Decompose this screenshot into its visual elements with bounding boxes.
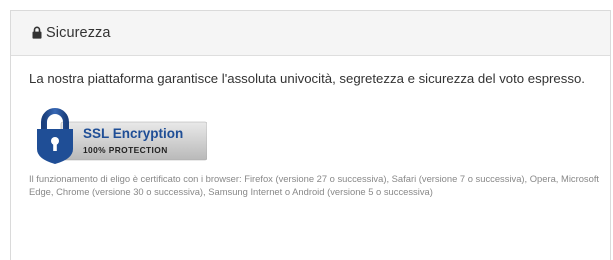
badge-subtitle: 100% PROTECTION: [83, 145, 168, 155]
panel-body: La nostra piattaforma garantisce l'assol…: [11, 56, 610, 198]
browser-compatibility-note: Il funzionamento di eligo è certificato …: [29, 173, 600, 197]
padlock-icon: [37, 108, 73, 164]
panel-title: Sicurezza: [46, 25, 111, 41]
security-panel: Sicurezza La nostra piattaforma garantis…: [10, 10, 611, 260]
badge-title: SSL Encryption: [83, 126, 183, 141]
lock-icon: [32, 25, 42, 39]
panel-heading: Sicurezza: [11, 11, 610, 56]
ssl-encryption-badge: SSL Encryption 100% PROTECTION: [35, 108, 207, 164]
intro-text: La nostra piattaforma garantisce l'assol…: [29, 71, 585, 86]
